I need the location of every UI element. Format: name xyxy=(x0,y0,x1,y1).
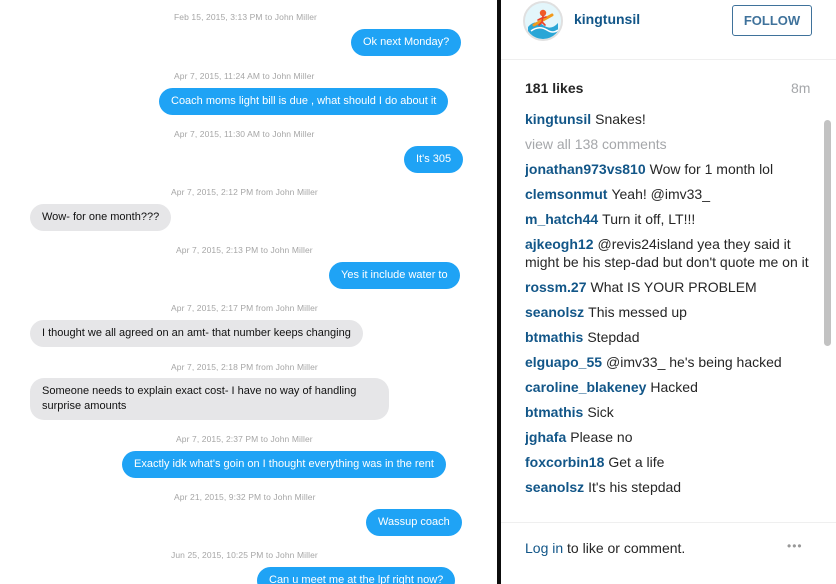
comment-item: btmathis Stepdad xyxy=(525,328,815,346)
comment-username[interactable]: btmathis xyxy=(525,329,583,345)
timestamp: Apr 7, 2015, 2:18 PM from John Miller xyxy=(171,362,318,372)
comment-text: Hacked xyxy=(650,379,698,395)
login-prompt-text: to like or comment. xyxy=(567,540,686,556)
comment-text: Get a life xyxy=(608,454,665,470)
post-footer: Log in to like or comment. ••• xyxy=(501,522,836,584)
comment-text: It's his stepdad xyxy=(588,479,682,495)
comment-username[interactable]: jonathan973vs810 xyxy=(525,161,646,177)
comment-text: Sick xyxy=(587,404,614,420)
timestamp: Feb 15, 2015, 3:13 PM to John Miller xyxy=(174,12,317,22)
comment-list: kingtunsil Snakes! view all 138 comments … xyxy=(525,110,815,516)
timestamp: Apr 7, 2015, 2:13 PM to John Miller xyxy=(176,245,313,255)
outgoing-message-bubble: Wassup coach xyxy=(366,509,462,536)
post-panel: kingtunsil FOLLOW 181 likes 8m kingtunsi… xyxy=(501,0,836,584)
timestamp: Apr 7, 2015, 11:30 AM to John Miller xyxy=(174,129,315,139)
caption: kingtunsil Snakes! xyxy=(525,110,815,128)
timestamp: Apr 7, 2015, 2:12 PM from John Miller xyxy=(171,187,318,197)
timestamp: Apr 7, 2015, 11:24 AM to John Miller xyxy=(174,71,315,81)
login-link[interactable]: Log in xyxy=(525,540,563,556)
comment-text: @imv33_ he's being hacked xyxy=(606,354,782,370)
outgoing-message-bubble: Ok next Monday? xyxy=(351,29,462,56)
comment-item: caroline_blakeney Hacked xyxy=(525,378,815,396)
comment-username[interactable]: foxcorbin18 xyxy=(525,454,604,470)
incoming-message-bubble: Wow- for one month??? xyxy=(30,204,172,231)
scrollbar-thumb[interactable] xyxy=(824,120,831,346)
outgoing-message-bubble: Coach moms light bill is due , what shou… xyxy=(159,88,449,115)
post-header: kingtunsil FOLLOW xyxy=(501,0,836,60)
login-prompt: Log in to like or comment. xyxy=(525,540,685,556)
outgoing-message-bubble: Yes it include water to xyxy=(329,262,460,289)
view-all-comments-link[interactable]: view all 138 comments xyxy=(525,135,815,153)
comment-username[interactable]: kingtunsil xyxy=(525,111,591,127)
comment-username[interactable]: ajkeogh12 xyxy=(525,236,593,252)
comment-username[interactable]: clemsonmut xyxy=(525,186,607,202)
like-count: 181 likes xyxy=(525,80,584,96)
follow-button[interactable]: FOLLOW xyxy=(732,5,812,36)
outgoing-message-bubble: Can u meet me at the lpf right now? xyxy=(257,567,456,584)
comment-item: ajkeogh12 @revis24island yea they said it… xyxy=(525,235,815,271)
comments-scrollbar[interactable] xyxy=(824,112,832,514)
comment-username[interactable]: jghafa xyxy=(525,429,566,445)
comment-item: clemsonmut Yeah! @imv33_ xyxy=(525,185,815,203)
comment-text: What IS YOUR PROBLEM xyxy=(590,279,757,295)
comment-text: Snakes! xyxy=(595,111,646,127)
comment-text: This messed up xyxy=(588,304,687,320)
timestamp: Apr 7, 2015, 2:17 PM from John Miller xyxy=(171,303,318,313)
incoming-message-bubble: Someone needs to explain exact cost- I h… xyxy=(30,378,389,420)
outgoing-message-bubble: It's 305 xyxy=(404,146,464,173)
comment-username[interactable]: m_hatch44 xyxy=(525,211,598,227)
surfer-logo-icon[interactable] xyxy=(523,1,563,41)
timestamp: Apr 7, 2015, 2:37 PM to John Miller xyxy=(176,434,313,444)
comment-username[interactable]: rossm.27 xyxy=(525,279,586,295)
comment-text: Wow for 1 month lol xyxy=(649,161,774,177)
comment-item: elguapo_55 @imv33_ he's being hacked xyxy=(525,353,815,371)
comment-item: rossm.27 What IS YOUR PROBLEM xyxy=(525,278,815,296)
post-author-username[interactable]: kingtunsil xyxy=(574,11,640,27)
more-options-icon[interactable]: ••• xyxy=(787,539,803,553)
outgoing-message-bubble: Exactly idk what's goin on I thought eve… xyxy=(122,451,446,478)
comment-item: jonathan973vs810 Wow for 1 month lol xyxy=(525,160,815,178)
comment-item: foxcorbin18 Get a life xyxy=(525,453,815,471)
comment-username[interactable]: seanolsz xyxy=(525,479,584,495)
comment-item: jghafa Please no xyxy=(525,428,815,446)
post-age: 8m xyxy=(791,80,811,96)
comment-text: Turn it off, LT!!! xyxy=(602,211,696,227)
comment-item: m_hatch44 Turn it off, LT!!! xyxy=(525,210,815,228)
message-thread-screenshot: Feb 15, 2015, 3:13 PM to John Miller Ok … xyxy=(0,0,497,584)
comment-item: btmathis Sick xyxy=(525,403,815,421)
comment-username[interactable]: caroline_blakeney xyxy=(525,379,646,395)
comment-text: Yeah! @imv33_ xyxy=(611,186,711,202)
comment-text: Stepdad xyxy=(587,329,640,345)
comment-username[interactable]: btmathis xyxy=(525,404,583,420)
incoming-message-bubble: I thought we all agreed on an amt- that … xyxy=(30,320,363,347)
timestamp: Jun 25, 2015, 10:25 PM to John Miller xyxy=(171,550,318,560)
comment-username[interactable]: elguapo_55 xyxy=(525,354,602,370)
comment-username[interactable]: seanolsz xyxy=(525,304,584,320)
comment-text: Please no xyxy=(570,429,633,445)
timestamp: Apr 21, 2015, 9:32 PM to John Miller xyxy=(174,492,316,502)
comment-item: seanolsz This messed up xyxy=(525,303,815,321)
comment-item: seanolsz It's his stepdad xyxy=(525,478,815,496)
